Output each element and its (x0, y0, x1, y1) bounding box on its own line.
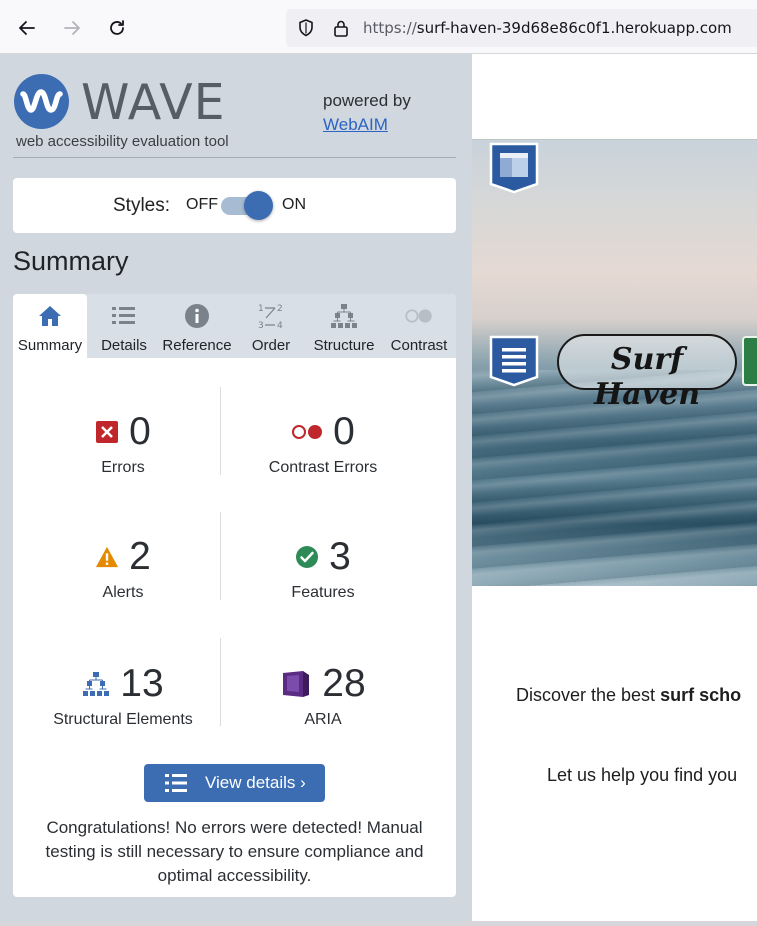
lock-icon[interactable] (331, 18, 351, 38)
forward-button[interactable] (58, 14, 86, 42)
feature-icon (296, 546, 319, 568)
structure-icon (331, 304, 357, 328)
aria-icon (283, 671, 310, 697)
wave-logo-wordmark: WAVE (81, 74, 226, 131)
features-label: Features (291, 584, 355, 601)
view-details-button[interactable]: View details › (144, 764, 325, 802)
surf-haven-logo[interactable]: Surf Haven (557, 334, 737, 412)
features-stat[interactable]: 3 Features (223, 535, 423, 602)
tab-details[interactable]: Details (92, 294, 156, 358)
aria-count: 28 (322, 662, 366, 705)
panel-tabs: Summary Details Reference 1 2 3 4 Order Str… (13, 294, 456, 358)
wave-logo-icon (14, 74, 69, 129)
info-icon (185, 304, 209, 328)
styles-toggle-knob[interactable] (244, 191, 273, 220)
reload-icon (110, 20, 124, 35)
styles-toggle-box: Styles: OFF ON (13, 178, 456, 233)
tab-reference[interactable]: Reference (159, 294, 235, 358)
alert-icon (96, 546, 119, 568)
congratulations-message: Congratulations! No errors were detected… (45, 818, 424, 885)
tab-structure[interactable]: Structure (309, 294, 379, 358)
preview-help-text: Let us help you find you (547, 765, 738, 785)
structure-marker-icon[interactable] (489, 142, 539, 194)
contrast-errors-count: 0 (333, 410, 355, 453)
preview-content (472, 586, 757, 926)
contrast-errors-label: Contrast Errors (268, 459, 378, 476)
contrast-error-icon (292, 425, 323, 439)
errors-label: Errors (101, 459, 145, 476)
address-bar[interactable]: https://surf-haven-39d68e86c0f1.herokuap… (286, 9, 757, 47)
errors-count: 0 (129, 410, 151, 453)
svg-text:3: 3 (258, 321, 264, 330)
svg-text:4: 4 (277, 321, 283, 330)
tab-summary[interactable]: Summary (13, 294, 87, 358)
feature-marker-icon[interactable] (742, 336, 757, 386)
shield-icon[interactable] (296, 18, 316, 38)
home-icon (39, 306, 61, 326)
alerts-stat[interactable]: 2 Alerts (23, 535, 223, 602)
alerts-label: Alerts (102, 584, 144, 601)
intro-bold: surf scho (660, 685, 742, 705)
structural-count: 13 (120, 662, 164, 705)
svg-text:1: 1 (258, 304, 264, 314)
preview-intro-text: Discover the best surf scho (516, 685, 741, 706)
header-divider (13, 157, 456, 158)
alerts-count: 2 (129, 535, 151, 578)
view-details-label: View details › (205, 773, 306, 792)
contrast-errors-stat[interactable]: 0 Contrast Errors (223, 410, 423, 477)
error-icon (96, 421, 119, 443)
tab-contrast[interactable]: Contrast (384, 294, 454, 358)
tab-label: Contrast (390, 337, 448, 354)
reload-button[interactable] (103, 14, 131, 42)
webaim-link[interactable]: WebAIM (323, 115, 388, 135)
contrast-icon (405, 309, 432, 323)
wave-tagline: web accessibility evaluation tool (16, 133, 229, 150)
svg-text:2: 2 (277, 304, 283, 314)
url-scheme: https:// (363, 19, 417, 37)
url-text[interactable]: https://surf-haven-39d68e86c0f1.herokuap… (363, 19, 732, 37)
summary-heading: Summary (13, 246, 129, 276)
tab-label: Structure (313, 337, 375, 354)
browser-toolbar: https://surf-haven-39d68e86c0f1.herokuap… (0, 0, 757, 54)
tab-label: Reference (162, 337, 232, 354)
tab-label: Details (101, 337, 147, 354)
tab-order[interactable]: 1 2 3 4 Order (241, 294, 301, 358)
structural-stat[interactable]: 13 Structural Elements (23, 662, 223, 729)
tab-label: Summary (17, 337, 83, 354)
back-arrow-icon (19, 21, 35, 35)
styles-label: Styles: (113, 195, 171, 216)
summary-card: Summary Details Reference 1 2 3 4 Order Str… (13, 294, 456, 897)
wave-sidebar: WAVE web accessibility evaluation tool p… (0, 54, 472, 926)
features-count: 3 (329, 535, 351, 578)
list-icon (112, 307, 135, 324)
preview-header (472, 54, 757, 140)
list-icon (165, 774, 187, 792)
tab-label: Order (251, 337, 291, 354)
aria-landmark-marker-icon[interactable] (489, 335, 539, 387)
order-icon: 1 2 3 4 (258, 304, 283, 330)
styles-off-label: OFF (186, 196, 218, 213)
url-host: surf-haven-39d68e86c0f1.herokuapp.com (416, 19, 732, 37)
back-button[interactable] (13, 14, 41, 42)
styles-on-label: ON (282, 196, 306, 213)
errors-stat[interactable]: 0 Errors (23, 410, 223, 477)
aria-stat[interactable]: 28 ARIA (223, 662, 423, 729)
intro-prefix: Discover the best (516, 685, 661, 705)
aria-label: ARIA (304, 711, 342, 728)
structural-element-icon (83, 672, 110, 696)
page-preview[interactable]: Surf Haven Discover the best surf scho L… (472, 54, 757, 926)
structural-label: Structural Elements (53, 711, 193, 728)
powered-by-label: powered by (323, 91, 411, 110)
logo-text: Surf Haven (593, 342, 701, 412)
forward-arrow-icon (64, 21, 80, 35)
window-bottom-edge (0, 921, 757, 926)
